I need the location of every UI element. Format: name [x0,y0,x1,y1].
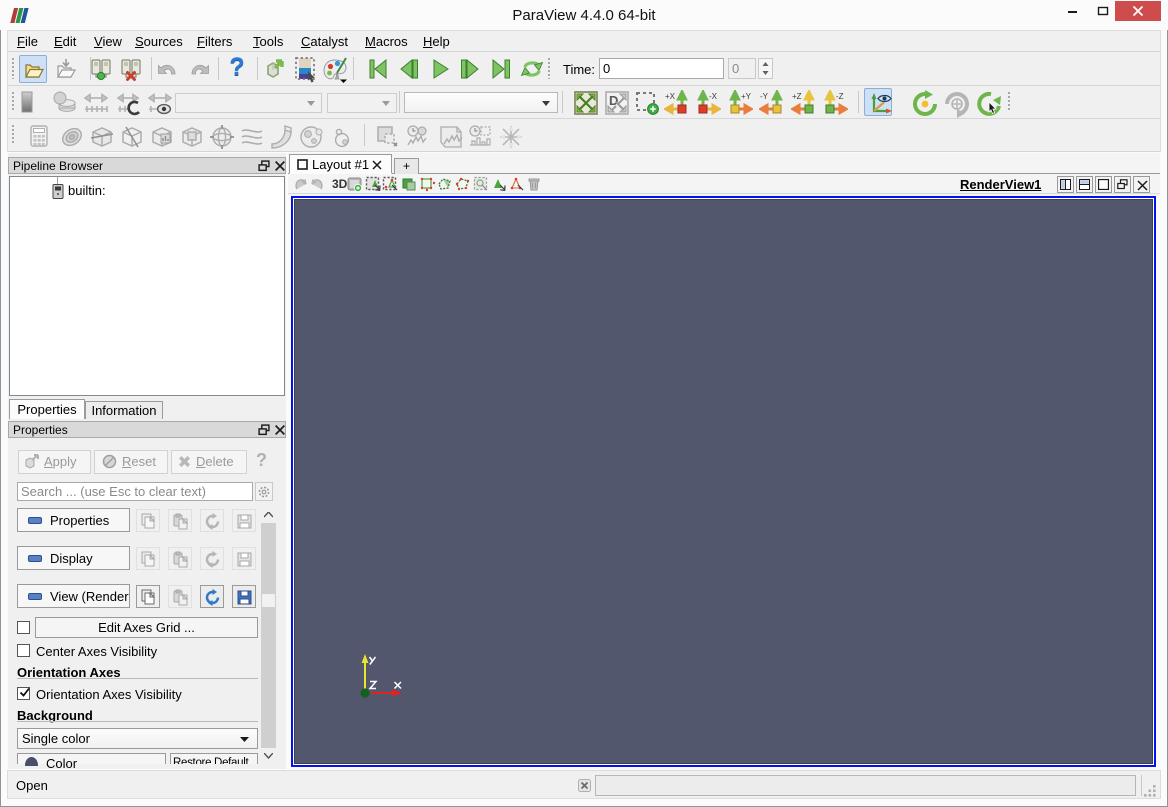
svg-text:+Y: +Y [741,92,752,101]
svg-text:-Z: -Z [836,92,844,101]
svg-text:D: D [609,93,618,108]
svg-text:+X: +X [665,92,676,101]
svg-text:-Y: -Y [760,92,769,101]
svg-text:+Z: +Z [792,92,802,101]
svg-text:-X: -X [709,92,718,101]
